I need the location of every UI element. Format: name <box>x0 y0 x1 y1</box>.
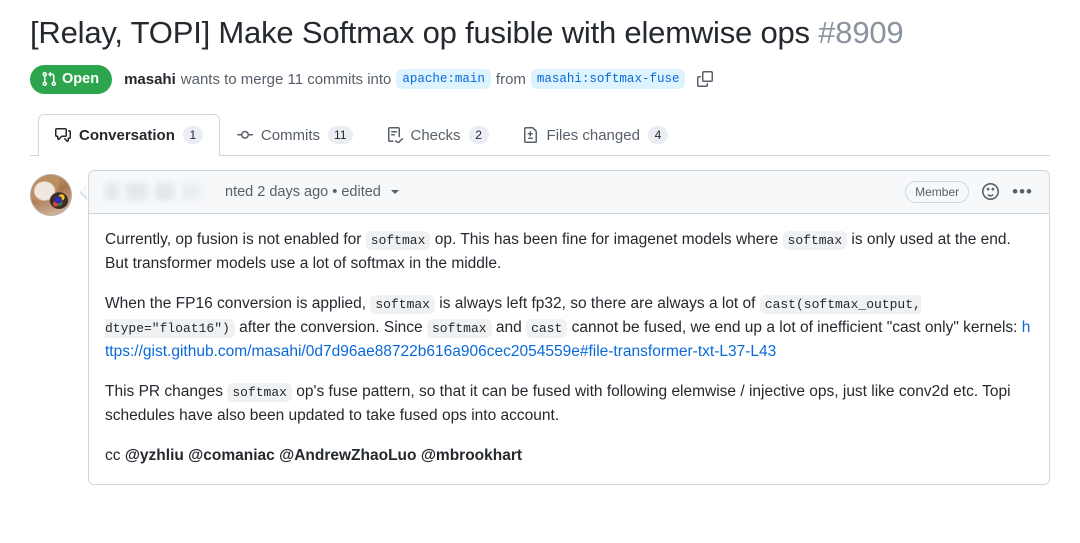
file-diff-icon <box>523 127 539 144</box>
merge-description-1: wants to merge 11 commits into <box>180 70 392 88</box>
text-run: This PR changes <box>105 382 228 400</box>
mention-link[interactable]: @yzhliu <box>125 447 184 464</box>
comment-discussion-icon <box>55 127 71 143</box>
tab-counter: 1 <box>182 126 203 145</box>
paragraph-3: This PR changes softmax op's fuse patter… <box>105 380 1033 428</box>
tab-conversation[interactable]: Conversation 1 <box>38 113 220 156</box>
text-run: op. This has been fine for imagenet mode… <box>430 230 783 248</box>
cc-prefix: cc <box>105 446 125 464</box>
smiley-icon[interactable] <box>982 183 1000 201</box>
pr-header: [Relay, TOPI] Make Softmax op fusible wi… <box>0 0 1080 94</box>
comment-header: nted 2 days ago • edited Member ••• <box>89 170 1049 214</box>
tab-checks[interactable]: Checks 2 <box>370 114 506 156</box>
role-badge: Member <box>905 180 970 203</box>
pr-title-text: [Relay, TOPI] Make Softmax op fusible wi… <box>30 15 810 50</box>
tab-label: Checks <box>410 126 461 144</box>
pr-number: #8909 <box>818 15 904 50</box>
tab-counter: 2 <box>468 126 489 145</box>
comment-timestamp: nted 2 days ago • edited <box>225 184 399 200</box>
git-pull-request-icon <box>41 71 57 87</box>
comment-arrow-fill <box>80 183 87 198</box>
avatar-image <box>31 174 71 215</box>
kebab-horizontal-icon[interactable]: ••• <box>1012 183 1033 200</box>
page-title: [Relay, TOPI] Make Softmax op fusible wi… <box>30 14 1050 53</box>
status-badge-label: Open <box>62 71 100 87</box>
paragraph-4-mentions: cc @yzhliu @comaniac @AndrewZhaoLuo @mbr… <box>105 444 1033 468</box>
comment-author-redacted <box>105 183 201 201</box>
inline-code: cast <box>526 318 568 338</box>
pr-timeline: nted 2 days ago • edited Member ••• Curr… <box>30 156 1050 485</box>
head-branch-chip[interactable]: masahi:softmax-fuse <box>530 69 686 90</box>
mention-link[interactable]: @comaniac <box>188 447 275 464</box>
mention-link[interactable]: @AndrewZhaoLuo <box>279 447 416 464</box>
paragraph-1: Currently, op fusion is not enabled for … <box>105 228 1033 276</box>
avatar[interactable] <box>30 173 72 216</box>
comment-meta-text: nted 2 days ago <box>225 183 329 200</box>
git-commit-icon <box>236 127 253 143</box>
tab-commits[interactable]: Commits 11 <box>220 114 370 156</box>
chevron-down-icon[interactable] <box>390 189 399 194</box>
comment-body: Currently, op fusion is not enabled for … <box>89 214 1049 484</box>
text-run: cannot be fused, we end up a lot of inef… <box>567 318 1022 336</box>
text-run: Currently, op fusion is not enabled for <box>105 230 366 248</box>
inline-code: softmax <box>426 318 492 338</box>
comment-edited-label[interactable]: edited <box>341 184 381 200</box>
tab-files-changed[interactable]: Files changed 4 <box>506 114 685 156</box>
tab-counter: 11 <box>328 126 353 145</box>
tab-label: Files changed <box>546 126 640 144</box>
inline-code: softmax <box>782 230 848 250</box>
checklist-icon <box>387 127 403 144</box>
inline-code: softmax <box>365 230 431 250</box>
inline-code: softmax <box>227 382 292 402</box>
merge-description-2: from <box>495 70 526 88</box>
status-badge: Open <box>30 64 113 94</box>
pr-subheader: Open masahi wants to merge 11 commits in… <box>30 64 1050 94</box>
text-run: and <box>491 318 527 336</box>
tab-label: Commits <box>260 126 321 144</box>
text-run: is always left fp32, so there are always… <box>434 294 760 312</box>
mention-link[interactable]: @mbrookhart <box>421 447 522 464</box>
comment-header-actions: Member ••• <box>905 180 1033 203</box>
comment-box: nted 2 days ago • edited Member ••• Curr… <box>88 169 1050 485</box>
comment-wrapper: nted 2 days ago • edited Member ••• Curr… <box>79 169 1050 485</box>
base-branch-chip[interactable]: apache:main <box>396 69 491 90</box>
pr-author[interactable]: masahi <box>124 71 176 88</box>
paragraph-2: When the FP16 conversion is applied, sof… <box>105 292 1033 364</box>
tab-counter: 4 <box>647 126 668 145</box>
inline-code: softmax <box>370 294 435 314</box>
text-run: after the conversion. Since <box>234 318 427 336</box>
pr-tabnav: Conversation 1 Commits 11 Checks 2 Files… <box>30 113 1050 156</box>
comment-meta-separator: • <box>332 183 338 200</box>
tab-label: Conversation <box>79 126 175 144</box>
timeline-comment: nted 2 days ago • edited Member ••• Curr… <box>30 169 1050 485</box>
copy-icon[interactable] <box>697 71 714 88</box>
text-run: When the FP16 conversion is applied, <box>105 294 371 312</box>
